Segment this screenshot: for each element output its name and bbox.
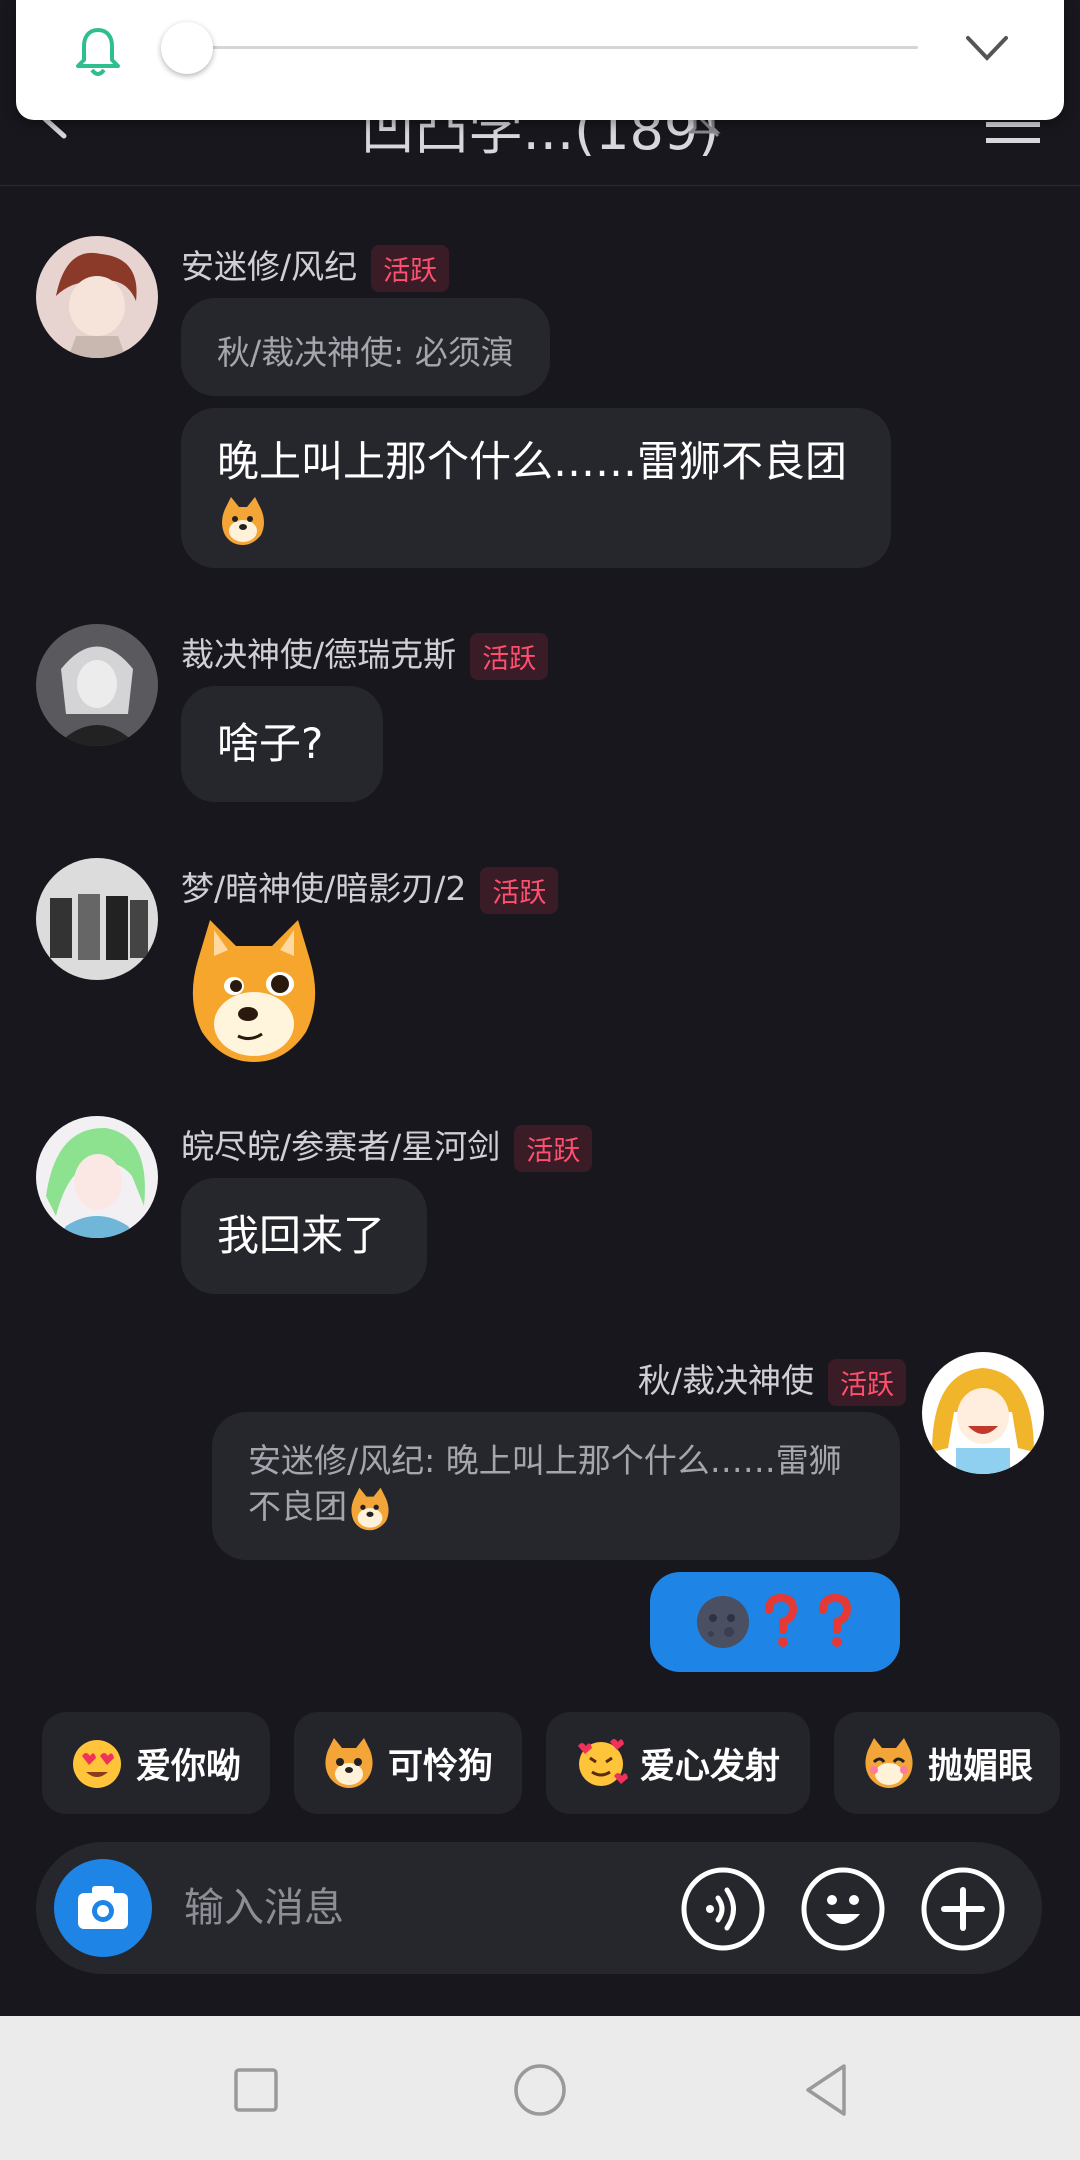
username-text: 裁决神使/德瑞克斯 — [181, 635, 457, 674]
avatar[interactable] — [36, 1116, 158, 1238]
circle-nav-icon[interactable] — [510, 2060, 570, 2120]
quick-reaction-label: 可怜狗 — [388, 1746, 494, 1787]
avatar-image — [36, 236, 158, 358]
my-message-bubble[interactable]: 🌚❓❓ — [650, 1572, 900, 1672]
avatar[interactable] — [36, 624, 158, 746]
quick-reaction-label: 爱心发射 — [640, 1746, 781, 1787]
chevron-down-icon[interactable] — [962, 28, 1012, 68]
quick-reaction-love[interactable]: 爱你呦 — [42, 1712, 270, 1814]
username: 皖尽皖/参赛者/星河剑 活跃 — [181, 1120, 593, 1172]
username: 裁决神使/德瑞克斯 活跃 — [181, 628, 549, 680]
camera-button[interactable] — [54, 1859, 152, 1957]
username-text: 秋/裁决神使 — [637, 1361, 814, 1400]
camera-icon — [78, 1886, 128, 1929]
doge-emoji-icon — [351, 1487, 389, 1530]
username: 梦/暗神使/暗影刃/2 活跃 — [181, 862, 559, 914]
message-input[interactable] — [182, 1872, 666, 1944]
username-text: 皖尽皖/参赛者/星河剑 — [181, 1127, 501, 1166]
username: 秋/裁决神使 活跃 — [638, 1354, 906, 1406]
avatar-image — [36, 624, 158, 746]
active-badge: 活跃 — [470, 633, 549, 680]
message-text: 啥子? — [217, 719, 324, 768]
emoji-icon[interactable] — [800, 1866, 886, 1952]
triangle-back-nav-icon[interactable] — [798, 2060, 858, 2120]
active-badge: 活跃 — [371, 245, 450, 292]
username-text: 安迷修/风纪 — [181, 247, 358, 286]
quick-reaction-pitiful-dog[interactable]: 可怜狗 — [294, 1712, 522, 1814]
avatar[interactable] — [36, 858, 158, 980]
username-text: 梦/暗神使/暗影刃/2 — [181, 869, 467, 908]
message-bubble[interactable]: 晚上叫上那个什么……雷狮不良团 — [181, 408, 891, 568]
quick-reaction-heart-burst[interactable]: 爱心发射 — [546, 1712, 810, 1814]
question-mark-icon — [819, 1594, 852, 1647]
doge-sticker[interactable] — [184, 916, 324, 1066]
volume-popup — [16, 0, 1064, 120]
avatar-image — [36, 858, 158, 980]
message-text: 我回来了 — [217, 1211, 386, 1260]
avatar-image — [922, 1352, 1044, 1474]
username: 安迷修/风纪 活跃 — [181, 240, 450, 292]
quoted-message[interactable]: 安迷修/风纪: 晚上叫上那个什么……雷狮不良团 — [212, 1412, 900, 1560]
heart-eyes-emoji-icon — [73, 1740, 121, 1788]
quoted-message[interactable]: 秋/裁决神使: 必须演 — [181, 298, 550, 396]
volume-slider-thumb[interactable] — [161, 22, 213, 74]
active-badge: 活跃 — [828, 1359, 906, 1406]
active-badge: 活跃 — [514, 1125, 593, 1172]
my-avatar[interactable] — [922, 1352, 1044, 1474]
quoted-text: 安迷修/风纪: 晚上叫上那个什么……雷狮不良团 — [248, 1441, 842, 1526]
message-composer — [36, 1842, 1042, 1974]
new-moon-face-icon — [697, 1596, 749, 1648]
voice-icon[interactable] — [680, 1866, 766, 1952]
quick-reaction-flirty-eyes[interactable]: 抛媚眼 — [834, 1712, 1060, 1814]
message-bubble[interactable]: 啥子? — [181, 686, 383, 802]
volume-slider-track[interactable] — [186, 46, 918, 49]
bell-icon[interactable] — [68, 22, 128, 82]
square-nav-icon[interactable] — [226, 2060, 286, 2120]
quick-reaction-label: 爱你呦 — [136, 1746, 242, 1787]
doge-emoji-icon — [222, 496, 264, 545]
message-bubble[interactable]: 我回来了 — [181, 1178, 427, 1294]
avatar[interactable] — [36, 236, 158, 358]
heart-burst-emoji-icon — [578, 1739, 628, 1786]
message-text: 晚上叫上那个什么……雷狮不良团 — [217, 437, 848, 486]
flirty-dog-emoji-icon — [865, 1738, 913, 1788]
quick-reaction-label: 抛媚眼 — [928, 1746, 1034, 1787]
active-badge: 活跃 — [480, 867, 559, 914]
quoted-text: 秋/裁决神使: 必须演 — [217, 333, 514, 372]
system-navigation-bar — [0, 2016, 1080, 2160]
puppy-emoji-icon — [325, 1738, 373, 1788]
avatar-image — [36, 1116, 158, 1238]
question-mark-icon — [765, 1594, 798, 1647]
plus-icon[interactable] — [920, 1866, 1006, 1952]
